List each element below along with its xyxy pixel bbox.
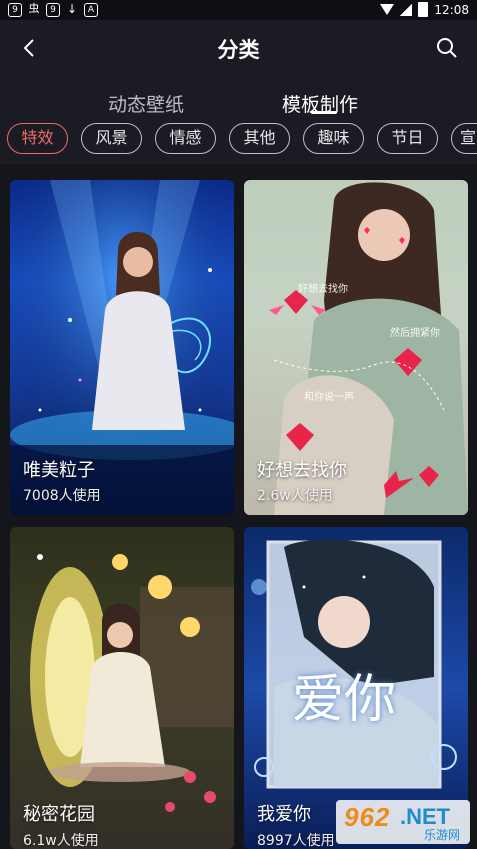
overlay-text: 和你说一声 xyxy=(304,392,354,403)
status-bar: 9 虫 9 ↓ A 12:08 xyxy=(0,0,477,20)
card-title: 秘密花园 xyxy=(23,804,95,825)
search-button[interactable] xyxy=(431,32,463,64)
overlay-text: 好想去找你 xyxy=(298,284,348,295)
card-title: 我爱你 xyxy=(257,804,311,825)
card-title: 好想去找你 xyxy=(257,460,347,481)
overlay-art-text: 爱你 xyxy=(292,670,397,730)
tab-live-wallpaper[interactable]: 动态壁纸 xyxy=(108,90,184,116)
text-notification-icon: A xyxy=(84,3,98,17)
chip-holiday[interactable]: 节日 xyxy=(377,123,438,154)
signal-icon xyxy=(400,3,413,16)
active-tab-indicator xyxy=(311,111,337,114)
app-notification-icon: 9 xyxy=(46,3,60,17)
chip-scenery[interactable]: 风景 xyxy=(81,123,142,154)
chip-other[interactable]: 其他 xyxy=(229,123,290,154)
notification-icons: 9 虫 9 ↓ A xyxy=(8,3,98,17)
watermark-brand: 962 xyxy=(344,802,391,832)
app-notification-icon: 9 xyxy=(8,3,22,17)
card-title: 唯美粒子 xyxy=(23,460,95,481)
chip-effects[interactable]: 特效 xyxy=(7,123,68,154)
sub-tab-bar: 动态壁纸 模板制作 xyxy=(0,78,477,116)
download-icon: ↓ xyxy=(66,2,78,16)
chip-more[interactable]: 宣 xyxy=(451,123,477,154)
chip-emotion[interactable]: 情感 xyxy=(155,123,216,154)
wifi-icon xyxy=(380,4,395,15)
card-usage-count: 2.6w人使用 xyxy=(257,488,333,504)
chip-fun[interactable]: 趣味 xyxy=(303,123,364,154)
bug-notification-icon: 虫 xyxy=(28,2,40,15)
battery-icon xyxy=(418,2,429,17)
category-chip-bar: 特效 风景 情感 其他 趣味 节日 宣 xyxy=(0,116,477,164)
template-card[interactable]: 好想去找你 然后拥紧你 和你说一声 好想去找你 2.6w人使用 xyxy=(244,180,468,515)
watermark-name: 乐游网 xyxy=(424,828,461,842)
page-title: 分类 xyxy=(217,38,260,62)
site-watermark: 962 .NET 乐游网 xyxy=(336,800,470,844)
app-header: 分类 xyxy=(0,20,477,78)
template-card[interactable]: 秘密花园 6.1w人使用 xyxy=(10,527,234,849)
card-usage-count: 8997人使用 xyxy=(257,833,335,849)
search-icon xyxy=(437,38,457,58)
card-usage-count: 6.1w人使用 xyxy=(23,833,99,849)
clock: 12:08 xyxy=(434,2,469,17)
overlay-text: 然后拥紧你 xyxy=(390,328,440,339)
template-card[interactable]: 唯美粒子 7008人使用 xyxy=(10,180,234,515)
card-usage-count: 7008人使用 xyxy=(23,488,101,504)
